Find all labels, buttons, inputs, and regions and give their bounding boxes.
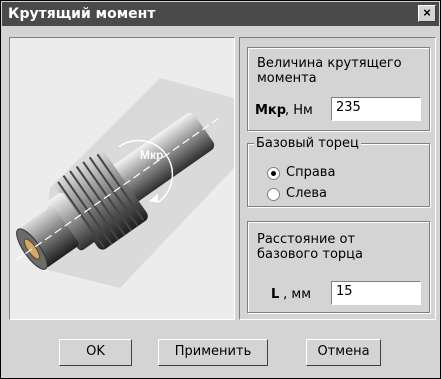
apply-button[interactable]: Применить xyxy=(158,339,268,366)
torque-unit-label: , Нм xyxy=(285,103,313,118)
radio-right-label[interactable]: Справа xyxy=(286,165,335,180)
title-bar[interactable]: Крутящий момент × xyxy=(2,2,439,26)
distance-value-input[interactable]: 15 xyxy=(331,281,421,305)
cancel-button[interactable]: Отмена xyxy=(306,339,381,366)
radio-left[interactable] xyxy=(267,188,280,201)
window-title: Крутящий момент xyxy=(8,6,156,22)
torque-caption-line2: момента xyxy=(257,71,317,86)
splined-shaft-image: Мкр xyxy=(10,38,234,319)
dialog-window: Крутящий момент × Мкр Величина крутящего… xyxy=(0,0,441,379)
base-face-legend: Базовый торец xyxy=(254,136,361,151)
torque-symbol-label: Мкр xyxy=(255,103,287,118)
torque-value-input[interactable]: 235 xyxy=(331,97,421,121)
ok-button[interactable]: OK xyxy=(59,339,132,366)
radio-left-label[interactable]: Слева xyxy=(286,186,327,201)
distance-unit-label: , мм xyxy=(279,287,312,302)
shaft-illustration-panel: Мкр xyxy=(9,37,235,320)
distance-caption-line1: Расстояние от xyxy=(257,232,356,247)
torque-caption-line1: Величина крутящего xyxy=(257,56,402,71)
radio-right[interactable] xyxy=(267,167,280,180)
torque-label: Мкр xyxy=(140,148,163,162)
distance-caption-line2: базового торца xyxy=(257,247,363,262)
close-button[interactable]: × xyxy=(418,5,436,22)
radio-right-selected-dot xyxy=(271,171,276,176)
